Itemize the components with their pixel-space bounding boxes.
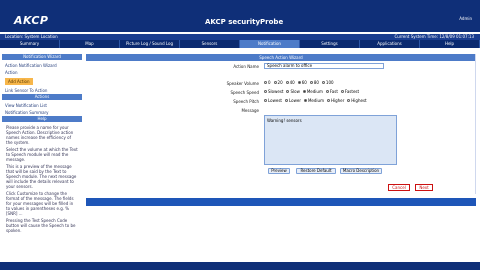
message-textarea[interactable]: Warning! sensors bbox=[264, 115, 397, 165]
nav-map[interactable]: Map bbox=[60, 40, 120, 48]
volume-option-80[interactable]: 80 bbox=[309, 80, 319, 85]
sidebar-link-sensor[interactable]: Link Sensor To Action bbox=[2, 87, 82, 94]
speed-option-label: Fast bbox=[329, 89, 338, 94]
volume-option-label: 80 bbox=[313, 80, 319, 85]
main-nav: Summary Map Picture Log / Sound Log Sens… bbox=[0, 40, 480, 48]
help-text-3: This is a preview of the message that wi… bbox=[6, 164, 77, 189]
brand-logo: AKCP bbox=[14, 14, 49, 27]
top-header: AKCP AKCP securityProbe Admin bbox=[0, 0, 480, 32]
speed-option-slowest[interactable]: Slowest bbox=[264, 89, 283, 94]
help-text-2: Select the volume at which the Text to S… bbox=[6, 147, 78, 162]
volume-option-label: 60 bbox=[301, 80, 307, 85]
sidebar-selected-add-action[interactable]: Add Action bbox=[5, 78, 33, 85]
wizard-title: Speech Action Wizard bbox=[86, 54, 476, 61]
volume-options: 0 20 40 60 80 100 bbox=[264, 80, 334, 85]
pitch-option-label: Lower bbox=[289, 98, 301, 103]
volume-option-label: 0 bbox=[268, 80, 271, 85]
speech-wizard-panel: Speech Action Wizard Action Name Speech … bbox=[86, 54, 476, 194]
admin-label: Admin bbox=[459, 16, 472, 21]
app-title: AKCP securityProbe bbox=[205, 18, 284, 26]
nav-help[interactable]: Help bbox=[420, 40, 480, 48]
sidebar-section-actions: Actions bbox=[2, 94, 82, 100]
bottom-bar bbox=[0, 262, 480, 270]
speed-option-medium[interactable]: Medium bbox=[302, 89, 323, 94]
nav-notification[interactable]: Notification bbox=[240, 40, 300, 48]
sidebar-link-notification-list[interactable]: View Notification List bbox=[2, 102, 82, 109]
volume-option-100[interactable]: 100 bbox=[321, 80, 334, 85]
speed-option-label: Medium bbox=[306, 89, 323, 94]
pitch-option-medium[interactable]: Medium bbox=[303, 98, 324, 103]
panel-divider bbox=[475, 54, 476, 194]
action-name-input[interactable]: Speech alarm to office bbox=[264, 63, 384, 69]
sidebar-section-wizard: Notification Wizard bbox=[2, 54, 82, 60]
pitch-option-label: Medium bbox=[307, 98, 324, 103]
pitch-row: Speech Pitch Lowest Lower Medium Higher … bbox=[86, 98, 476, 106]
volume-option-60[interactable]: 60 bbox=[297, 80, 307, 85]
pitch-option-label: Lowest bbox=[268, 98, 282, 103]
location-text: Location: System Location bbox=[5, 34, 58, 39]
preview-button[interactable]: Preview bbox=[268, 168, 290, 174]
nav-settings[interactable]: Settings bbox=[300, 40, 360, 48]
speed-option-fast[interactable]: Fast bbox=[325, 89, 338, 94]
volume-option-0[interactable]: 0 bbox=[264, 80, 271, 85]
sidebar-link-notification-summary[interactable]: Notification Summary bbox=[2, 109, 82, 116]
nav-applications[interactable]: Applications bbox=[360, 40, 420, 48]
help-text-1: Please provide a name for your Speech Ac… bbox=[6, 125, 74, 145]
volume-option-20[interactable]: 20 bbox=[273, 80, 283, 85]
message-label: Message bbox=[241, 108, 259, 113]
volume-option-label: 20 bbox=[277, 80, 283, 85]
speed-option-label: Slowest bbox=[268, 89, 284, 94]
volume-option-40[interactable]: 40 bbox=[285, 80, 295, 85]
speed-option-slow[interactable]: Slow bbox=[286, 89, 300, 94]
sidebar-link-action-notification[interactable]: Action Notification Wizard bbox=[2, 62, 82, 69]
sidebar-link-action[interactable]: Action bbox=[2, 69, 82, 76]
speed-options: Slowest Slow Medium Fast Fastest bbox=[264, 89, 359, 94]
pitch-label: Speech Pitch bbox=[233, 99, 259, 104]
volume-option-label: 40 bbox=[289, 80, 295, 85]
next-button[interactable]: Next bbox=[415, 184, 433, 191]
pitch-option-label: Highest bbox=[351, 98, 367, 103]
nav-picture-sound-log[interactable]: Picture Log / Sound Log bbox=[120, 40, 180, 48]
app-window: AKCP AKCP securityProbe Admin Location: … bbox=[0, 0, 480, 270]
action-name-label: Action Name bbox=[233, 64, 259, 69]
speed-option-fastest[interactable]: Fastest bbox=[340, 89, 360, 94]
pitch-option-highest[interactable]: Highest bbox=[347, 98, 367, 103]
pitch-option-higher[interactable]: Higher bbox=[326, 98, 345, 103]
volume-row: Speaker Volume 0 20 40 60 80 100 bbox=[86, 80, 476, 88]
speed-option-label: Fastest bbox=[344, 89, 360, 94]
action-name-row: Action Name Speech alarm to office bbox=[86, 63, 476, 71]
macro-description-button[interactable]: Macro Description bbox=[340, 168, 382, 174]
nav-sensors[interactable]: Sensors bbox=[180, 40, 240, 48]
cancel-button[interactable]: Cancel bbox=[388, 184, 410, 191]
nav-summary[interactable]: Summary bbox=[0, 40, 60, 48]
restore-default-button[interactable]: Restore Default bbox=[296, 168, 336, 174]
pitch-option-lower[interactable]: Lower bbox=[285, 98, 301, 103]
speed-label: Speech Speed bbox=[230, 90, 259, 95]
pitch-option-lowest[interactable]: Lowest bbox=[264, 98, 282, 103]
pitch-options: Lowest Lower Medium Higher Highest bbox=[264, 98, 367, 103]
speed-row: Speech Speed Slowest Slow Medium Fast Fa… bbox=[86, 89, 476, 97]
footer-strip bbox=[86, 198, 476, 206]
speed-option-label: Slow bbox=[290, 89, 300, 94]
pitch-option-label: Higher bbox=[330, 98, 345, 103]
help-text-4: Click Customize to change the format of … bbox=[6, 191, 74, 216]
sidebar: Notification Wizard Action Notification … bbox=[2, 54, 82, 254]
sidebar-help-title: Help bbox=[2, 116, 82, 122]
help-text-5: Pressing the Test Speech Code button wil… bbox=[6, 218, 76, 233]
volume-option-label: 100 bbox=[325, 80, 334, 85]
volume-label: Speaker Volume bbox=[226, 81, 259, 86]
